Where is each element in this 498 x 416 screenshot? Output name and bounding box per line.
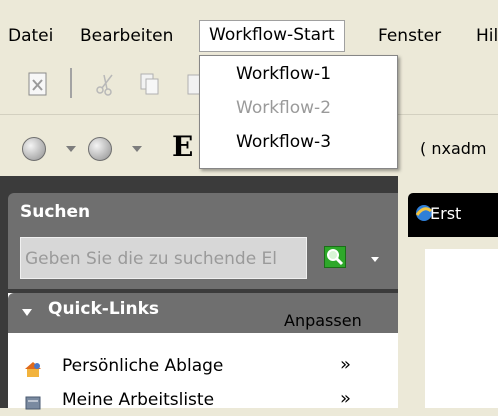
- page-title: E: [172, 130, 194, 163]
- search-options-dropdown-icon[interactable]: [371, 257, 379, 262]
- cut-icon[interactable]: [94, 72, 118, 96]
- copy-icon[interactable]: [138, 72, 162, 96]
- search-input[interactable]: Geben Sie die zu suchende El: [20, 237, 307, 279]
- quick-link-label: Persönliche Ablage: [62, 356, 224, 376]
- menu-item-workflow-1[interactable]: Workflow-1: [236, 64, 331, 84]
- workflow-start-menu: Workflow-1 Workflow-2 Workflow-3: [199, 55, 398, 169]
- menu-datei[interactable]: Datei: [4, 22, 57, 50]
- menu-bearbeiten[interactable]: Bearbeiten: [76, 22, 177, 50]
- menu-bar: Datei Bearbeiten Workflow-Start Fenster …: [0, 16, 498, 56]
- worklist-icon: [25, 396, 41, 410]
- collapse-triangle-icon[interactable]: [22, 309, 32, 316]
- content-tab-label: Erst: [430, 204, 462, 223]
- document-close-icon[interactable]: [26, 72, 50, 96]
- chevron-right-icon[interactable]: »: [340, 388, 351, 409]
- back-dropdown-icon[interactable]: [66, 146, 76, 152]
- quick-links-title: Quick-Links: [48, 299, 160, 319]
- search-icon[interactable]: [324, 246, 346, 268]
- menu-item-workflow-3[interactable]: Workflow-3: [236, 132, 331, 152]
- forward-icon[interactable]: [88, 137, 112, 161]
- search-title: Suchen: [20, 202, 91, 222]
- personal-folder-icon: [25, 362, 41, 377]
- toolbar-separator: [70, 68, 72, 98]
- chevron-right-icon[interactable]: »: [340, 354, 351, 375]
- quick-link-worklist[interactable]: Meine Arbeitsliste »: [24, 388, 364, 416]
- user-label: ( nxadm: [420, 139, 487, 158]
- menu-fenster[interactable]: Fenster: [374, 22, 445, 50]
- quick-link-personal-folder[interactable]: Persönliche Ablage »: [24, 354, 364, 382]
- menu-workflow-start[interactable]: Workflow-Start: [199, 20, 345, 52]
- content-area: [425, 249, 498, 408]
- menu-item-workflow-2: Workflow-2: [236, 98, 332, 118]
- menu-hilfe[interactable]: Hil: [472, 22, 498, 50]
- forward-dropdown-icon[interactable]: [132, 146, 142, 152]
- back-icon[interactable]: [22, 137, 46, 161]
- quick-link-label: Meine Arbeitsliste: [62, 390, 215, 410]
- customize-link[interactable]: Anpassen: [284, 311, 362, 330]
